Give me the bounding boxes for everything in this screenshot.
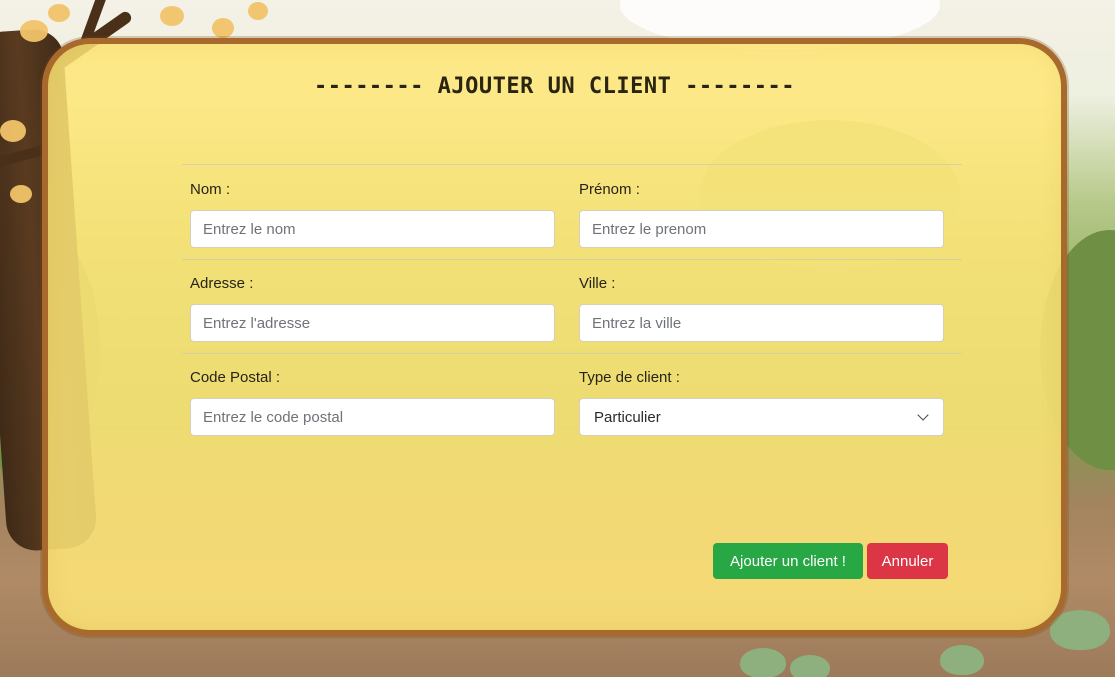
background-blossom xyxy=(160,6,184,26)
nom-label: Nom : xyxy=(190,181,231,198)
ville-input[interactable] xyxy=(579,304,944,342)
adresse-input[interactable] xyxy=(190,304,555,342)
prenom-label: Prénom : xyxy=(579,181,640,198)
background-blossom xyxy=(20,20,48,42)
background-blossom xyxy=(212,18,234,38)
type-client-selected-value: Particulier xyxy=(594,408,661,426)
code-postal-label: Code Postal : xyxy=(190,369,281,386)
type-client-label: Type de client : xyxy=(579,369,680,386)
ville-label: Ville : xyxy=(579,275,616,292)
row-divider xyxy=(182,353,962,354)
row-divider xyxy=(182,164,962,165)
background-blossom xyxy=(10,185,32,203)
background-blossom xyxy=(0,120,26,142)
page-background: -------- AJOUTER UN CLIENT -------- Nom … xyxy=(0,0,1115,677)
code-postal-input[interactable] xyxy=(190,398,555,436)
background-leaf xyxy=(740,648,786,677)
background-leaf xyxy=(940,645,984,675)
page-title: -------- AJOUTER UN CLIENT -------- xyxy=(313,74,796,99)
nom-input[interactable] xyxy=(190,210,555,248)
adresse-label: Adresse : xyxy=(190,275,254,292)
chevron-down-icon xyxy=(917,409,929,421)
background-leaf xyxy=(790,655,830,677)
row-divider xyxy=(182,259,962,260)
add-client-button[interactable]: Ajouter un client ! xyxy=(713,543,863,579)
background-blossom xyxy=(248,2,268,20)
prenom-input[interactable] xyxy=(579,210,944,248)
background-blossom xyxy=(48,4,70,22)
background-leaf xyxy=(1050,610,1110,650)
cancel-button[interactable]: Annuler xyxy=(867,543,948,579)
add-client-card: -------- AJOUTER UN CLIENT -------- Nom … xyxy=(42,38,1067,636)
type-client-select[interactable]: Particulier xyxy=(579,398,944,436)
